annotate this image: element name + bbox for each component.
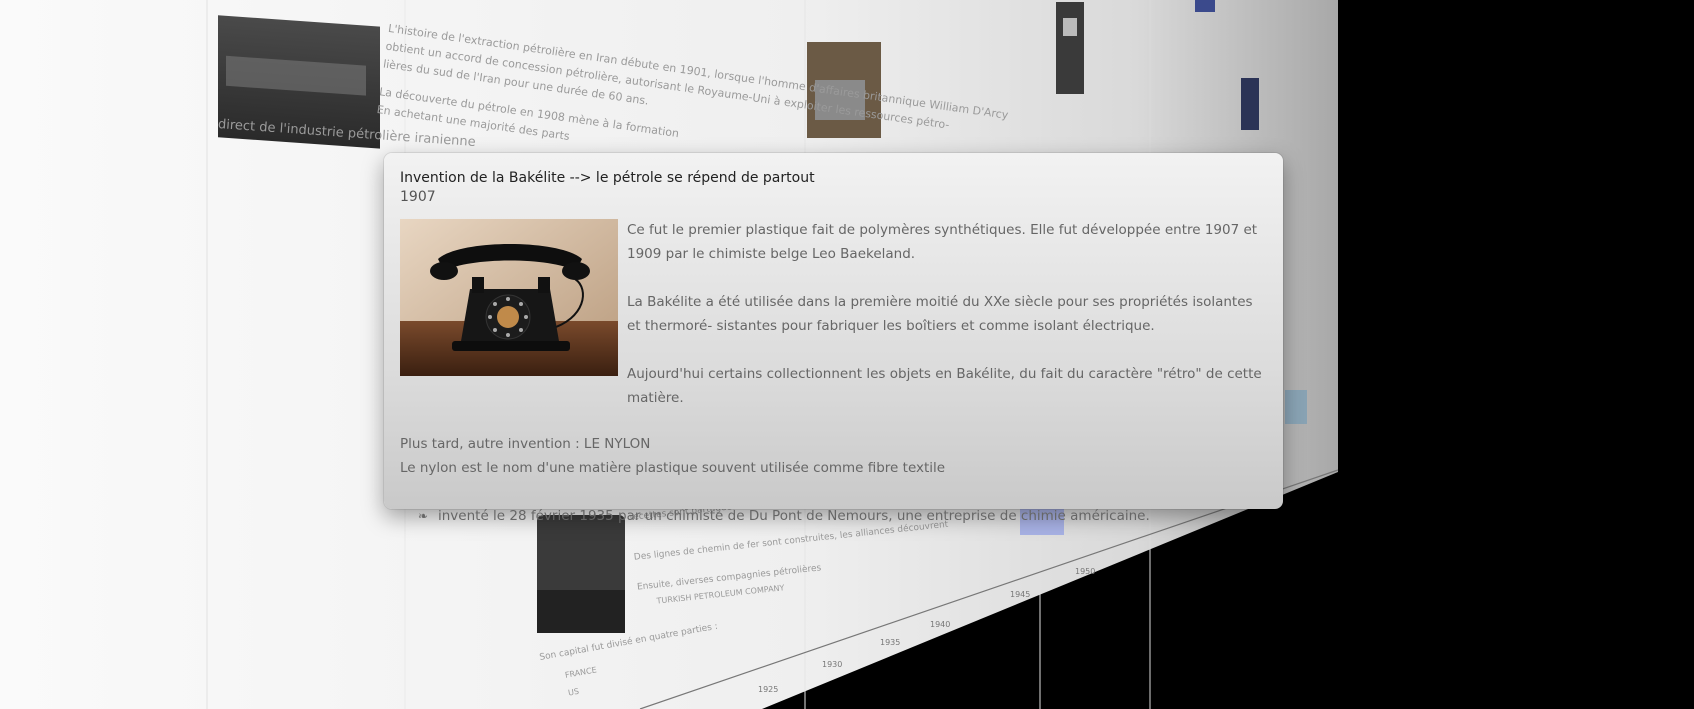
timeline-viewer: L'histoire de l'extraction pétrolière en… [0,0,1694,709]
nylon-description: Le nylon est le nom d'une matière plasti… [400,460,946,476]
nylon-bullet: ❧ inventé le 28 février 1935 par un chimi… [400,504,1267,528]
event-card[interactable]: Invention de la Bakélite --> le pétrole … [384,153,1283,524]
fleuron-icon: ❧ [418,509,429,523]
event-photo[interactable] [400,219,618,376]
axis-year-1925: 1925 [758,685,778,694]
event-title: Invention de la Bakélite --> le pétrole … [400,170,815,186]
nylon-heading: Plus tard, autre invention : LE NYLON [400,436,651,452]
event-paragraph-2: La Bakélite a été utilisée dans la premi… [627,294,1253,334]
axis-year-1950: 1950 [1075,567,1095,576]
telephone-illustration [400,219,618,376]
event-description: Ce fut le premier plastique fait de poly… [627,218,1267,410]
axis-year-1940: 1940 [930,620,950,629]
event-date: 1907 [400,189,436,205]
nylon-section: Plus tard, autre invention : LE NYLON Le… [400,432,1267,528]
axis-year-1945: 1945 [1010,590,1030,599]
event-paragraph-3: Aujourd'hui certains collectionnent les … [627,366,1262,406]
event-paragraph-1: Ce fut le premier plastique fait de poly… [627,222,1258,262]
axis-year-1935: 1935 [880,638,900,647]
bg-text-13: US [567,687,579,698]
nylon-bullet-text: inventé le 28 février 1935 par un chimis… [438,508,1150,524]
event-content: Ce fut le premier plastique fait de poly… [400,218,1267,410]
axis-year-1930: 1930 [822,660,842,669]
